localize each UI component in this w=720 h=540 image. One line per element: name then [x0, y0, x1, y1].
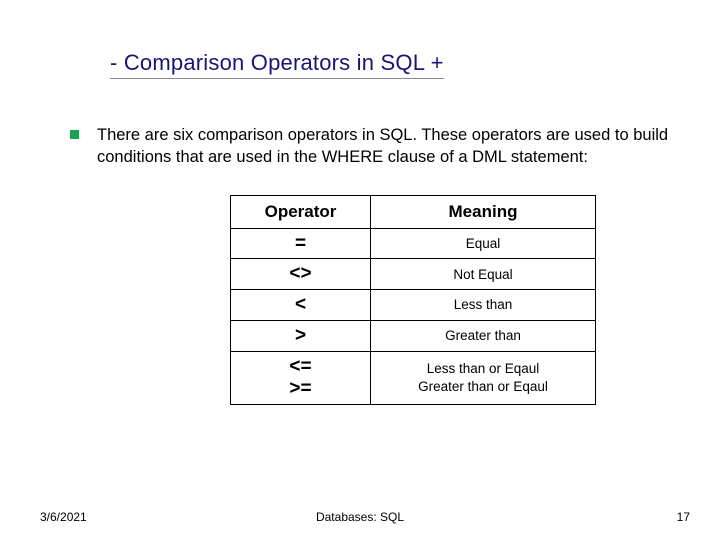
slide-title: - Comparison Operators in SQL +: [110, 50, 444, 79]
slide-footer: 3/6/2021 Databases: SQL 17: [0, 510, 720, 524]
table-container: Operator Meaning = Equal <> Not Equal <: [230, 195, 670, 405]
operators-table: Operator Meaning = Equal <> Not Equal <: [230, 195, 596, 405]
table-row: = Equal: [231, 228, 596, 259]
footer-page-number: 17: [677, 510, 690, 524]
cell-operator: <=>=: [231, 351, 371, 404]
title-area: - Comparison Operators in SQL +: [0, 0, 720, 79]
table-row: <> Not Equal: [231, 259, 596, 290]
table-header-row: Operator Meaning: [231, 195, 596, 228]
footer-date: 3/6/2021: [40, 510, 87, 524]
cell-meaning: Equal: [371, 228, 596, 259]
table-row: > Greater than: [231, 321, 596, 352]
cell-meaning: Not Equal: [371, 259, 596, 290]
header-operator: Operator: [231, 195, 371, 228]
slide-body: There are six comparison operators in SQ…: [0, 79, 720, 405]
cell-operator: =: [231, 228, 371, 259]
bullet-icon: [70, 130, 79, 139]
intro-paragraph: There are six comparison operators in SQ…: [97, 124, 670, 169]
header-meaning: Meaning: [371, 195, 596, 228]
cell-operator: <: [231, 290, 371, 321]
table-row: <=>= Less than or EqaulGreater than or E…: [231, 351, 596, 404]
bullet-item: There are six comparison operators in SQ…: [70, 124, 670, 169]
footer-title: Databases: SQL: [316, 510, 404, 524]
table-row: < Less than: [231, 290, 596, 321]
slide: - Comparison Operators in SQL + There ar…: [0, 0, 720, 540]
cell-operator: >: [231, 321, 371, 352]
cell-operator: <>: [231, 259, 371, 290]
cell-meaning: Less than or EqaulGreater than or Eqaul: [371, 351, 596, 404]
cell-meaning: Greater than: [371, 321, 596, 352]
cell-meaning: Less than: [371, 290, 596, 321]
